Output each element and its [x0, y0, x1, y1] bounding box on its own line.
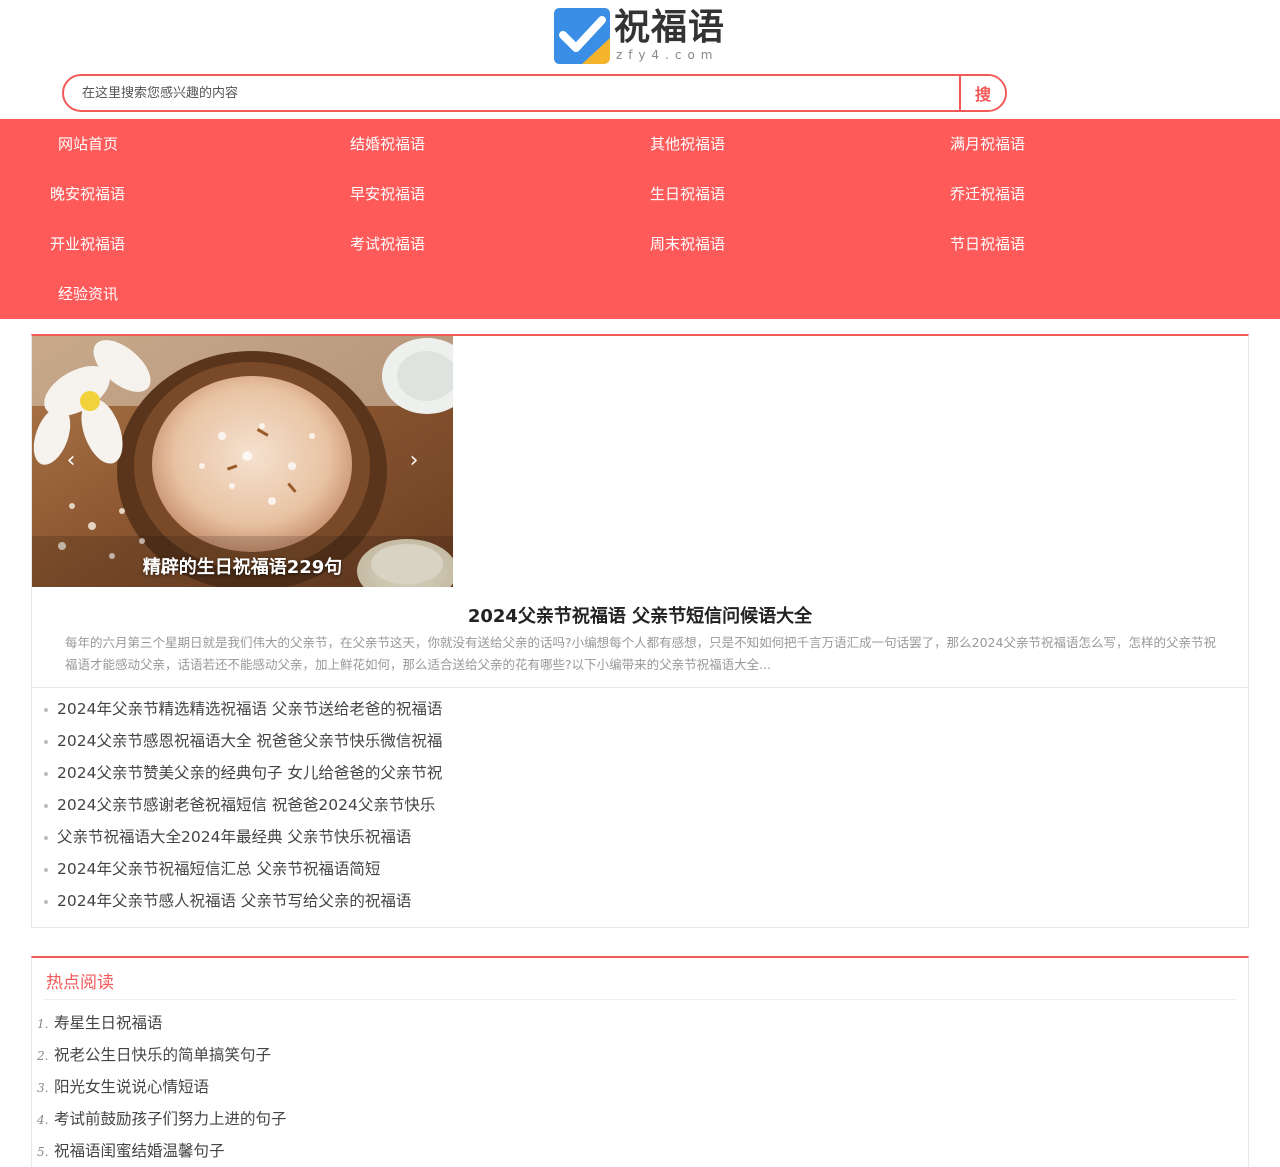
- list-item[interactable]: 4. 考试前鼓励孩子们努力上进的句子: [37, 1103, 287, 1135]
- nav-item-opening[interactable]: 开业祝福语: [50, 219, 350, 269]
- nav-item-fullmoon[interactable]: 满月祝福语: [950, 119, 1250, 169]
- logo-domain: zfy4.com: [616, 48, 719, 62]
- list-item[interactable]: 5. 祝福语闺蜜结婚温馨句子: [37, 1135, 287, 1167]
- nav-item-birthday[interactable]: 生日祝福语: [650, 169, 950, 219]
- chevron-left-icon[interactable]: ‹: [56, 444, 86, 478]
- search-input[interactable]: [64, 76, 959, 110]
- logo-title: 祝福语: [614, 7, 726, 48]
- nav-item-holiday[interactable]: 节日祝福语: [950, 219, 1250, 269]
- nav-item-weekend[interactable]: 周末祝福语: [650, 219, 950, 269]
- site-logo[interactable]: 祝福语 zfy4.com: [554, 8, 725, 66]
- nav-item-goodmorning[interactable]: 早安祝福语: [350, 169, 650, 219]
- list-item[interactable]: 1. 寿星生日祝福语: [37, 1007, 287, 1039]
- featured-section: ‹ › 精辟的生日祝福语229句 2024父亲节祝福语 父亲节短信问候语大全 每…: [31, 334, 1249, 928]
- image-slider[interactable]: ‹ › 精辟的生日祝福语229句: [32, 336, 453, 587]
- list-item-text: 阳光女生说说心情短语: [54, 1078, 210, 1096]
- list-item[interactable]: 2024年父亲节祝福短信汇总 父亲节祝福语简短: [42, 853, 442, 885]
- divider: [32, 687, 1248, 688]
- headline-description: 每年的六月第三个星期日就是我们伟大的父亲节，在父亲节这天，你就没有送给父亲的话吗…: [65, 635, 1216, 672]
- headline-title[interactable]: 2024父亲节祝福语 父亲节短信问候语大全: [32, 602, 1248, 628]
- search-button[interactable]: 搜: [959, 76, 1005, 110]
- rank-number: 5.: [37, 1145, 49, 1159]
- list-item-text: 祝福语闺蜜结婚温馨句子: [54, 1142, 225, 1160]
- site-header: 祝福语 zfy4.com 搜: [0, 0, 1280, 119]
- nav-item-exam[interactable]: 考试祝福语: [350, 219, 650, 269]
- article-list: 2024年父亲节精选精选祝福语 父亲节送给老爸的祝福语 2024父亲节感恩祝福语…: [42, 693, 442, 917]
- list-item-text: 考试前鼓励孩子们努力上进的句子: [54, 1110, 287, 1128]
- main-nav: 网站首页 结婚祝福语 其他祝福语 满月祝福语 晚安祝福语 早安祝福语 生日祝福语…: [0, 119, 1280, 319]
- list-item[interactable]: 2024父亲节感恩祝福语大全 祝爸爸父亲节快乐微信祝福: [42, 725, 442, 757]
- logo-check-icon: [554, 8, 610, 64]
- list-item[interactable]: 父亲节祝福语大全2024年最经典 父亲节快乐祝福语: [42, 821, 442, 853]
- list-item[interactable]: 3. 阳光女生说说心情短语: [37, 1071, 287, 1103]
- nav-item-wedding[interactable]: 结婚祝福语: [350, 119, 650, 169]
- search-bar: 搜: [62, 74, 1007, 112]
- rank-number: 3.: [37, 1081, 49, 1095]
- rank-number: 4.: [37, 1113, 49, 1127]
- section-title: 热点阅读: [46, 973, 114, 993]
- nav-item-news[interactable]: 经验资讯: [58, 269, 358, 319]
- rank-number: 2.: [37, 1049, 49, 1063]
- rank-number: 1.: [37, 1017, 49, 1031]
- nav-item-other[interactable]: 其他祝福语: [650, 119, 950, 169]
- list-item[interactable]: 2024年父亲节感人祝福语 父亲节写给父亲的祝福语: [42, 885, 442, 917]
- divider: [44, 999, 1236, 1000]
- hot-list: 1. 寿星生日祝福语 2. 祝老公生日快乐的简单搞笑句子 3. 阳光女生说说心情短语 …: [37, 1007, 287, 1167]
- nav-item-home[interactable]: 网站首页: [58, 119, 358, 169]
- slide-caption[interactable]: 精辟的生日祝福语229句: [32, 553, 453, 579]
- list-item[interactable]: 2024父亲节赞美父亲的经典句子 女儿给爸爸的父亲节祝: [42, 757, 442, 789]
- list-item-text: 寿星生日祝福语: [54, 1014, 163, 1032]
- hot-reading-section: 热点阅读 1. 寿星生日祝福语 2. 祝老公生日快乐的简单搞笑句子 3. 阳光女生说说…: [31, 956, 1249, 1167]
- chevron-right-icon[interactable]: ›: [399, 444, 429, 478]
- slide-image: [32, 336, 453, 587]
- nav-item-housewarming[interactable]: 乔迁祝福语: [950, 169, 1250, 219]
- nav-item-goodnight[interactable]: 晚安祝福语: [50, 169, 350, 219]
- list-item[interactable]: 2. 祝老公生日快乐的简单搞笑句子: [37, 1039, 287, 1071]
- list-item-text: 祝老公生日快乐的简单搞笑句子: [54, 1046, 272, 1064]
- list-item[interactable]: 2024父亲节感谢老爸祝福短信 祝爸爸2024父亲节快乐: [42, 789, 442, 821]
- list-item[interactable]: 2024年父亲节精选精选祝福语 父亲节送给老爸的祝福语: [42, 693, 442, 725]
